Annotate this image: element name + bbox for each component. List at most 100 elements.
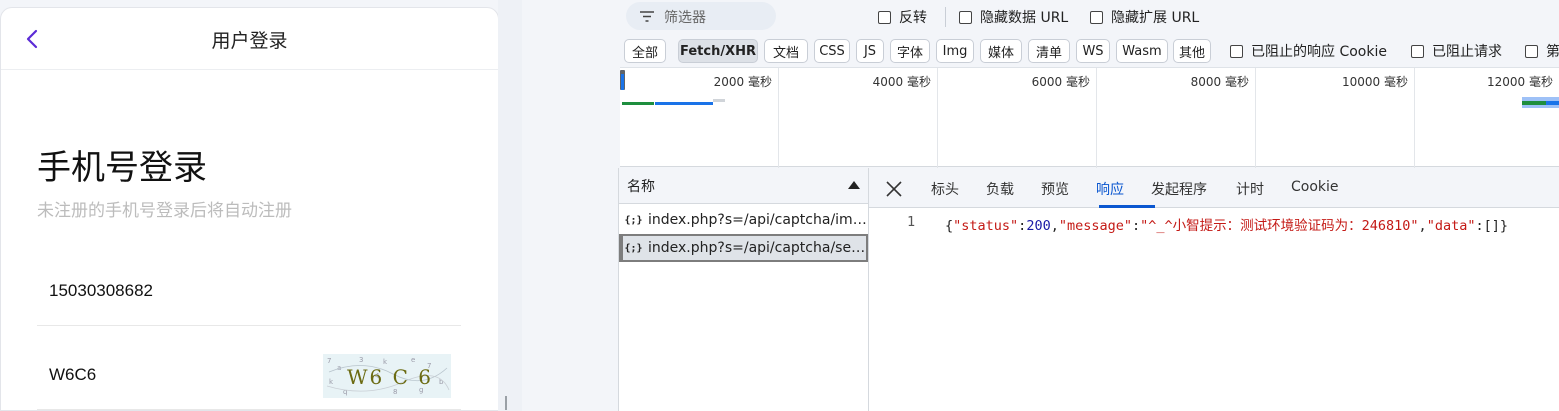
timeline-column: 8000 毫秒 [1097,68,1256,168]
json-brace: { [945,218,954,234]
timeline-request-bar [713,99,725,102]
request-name: index.php?s=/api/captcha/ima... [648,212,868,228]
response-line: 1 {"status":200,"message":"^_^小智提示：测试环境验… [869,214,1559,234]
svg-text:8: 8 [393,388,397,396]
captcha-field: 7a3 ke7 kq8 gb4 W6 C 6 [37,340,461,410]
checkbox-label: 隐藏数据 URL [980,10,1069,26]
name-column-label: 名称 [627,179,655,195]
svg-text:e: e [411,356,415,364]
detail-tabs: 标头 负载 预览 响应 发起程序 计时 Cookie [869,168,1559,208]
json-colon: : [1132,218,1141,234]
json-comma: , [1418,218,1427,234]
login-subtitle: 未注册的手机号登录后将自动注册 [37,201,292,221]
tab-timing[interactable]: 计时 [1236,179,1264,199]
tab-response[interactable]: 响应 [1096,179,1124,199]
checkbox-box[interactable] [1090,10,1103,24]
timeline-request-bar [622,102,654,105]
response-body[interactable]: {"status":200,"message":"^_^小智提示：测试环境验证码… [945,214,1508,234]
svg-text:3: 3 [359,356,363,364]
name-column-header[interactable]: 名称 [619,168,868,204]
type-filter-all[interactable]: 全部 [624,39,666,63]
filter-icon [640,11,654,22]
request-name: index.php?s=/api/captcha/sen... [648,240,866,256]
json-number: 200 [1026,218,1051,234]
xhr-icon: {;} [624,242,643,254]
type-filter-media[interactable]: 媒体 [980,39,1022,63]
phone-input[interactable] [49,281,289,301]
type-filter-font[interactable]: 字体 [890,39,930,63]
blocked-requests-checkbox[interactable]: 已阻止请求 [1411,42,1502,60]
request-detail: 标头 负载 预览 响应 发起程序 计时 Cookie 1 {"status": 2… [869,168,1559,411]
timeline-column: 4000 毫秒 [779,68,938,168]
timeline-tick-label: 10000 毫秒 [1342,75,1408,89]
captcha-text: W6 C 6 [347,365,433,389]
timeline-tick-label: 12000 毫秒 [1487,75,1553,89]
json-array: [] [1483,218,1500,234]
close-icon[interactable] [885,180,903,198]
request-row[interactable]: {;} index.php?s=/api/captcha/ima... [619,206,868,234]
page-header: 用户登录 [1,8,498,70]
checkbox-label: 已阻止请求 [1432,44,1502,60]
toolbar-divider [945,7,946,27]
timeline-tick-label: 2000 毫秒 [713,75,772,89]
type-filter-css[interactable]: CSS [814,39,850,63]
svg-text:7: 7 [327,357,331,365]
login-heading: 手机号登录 [37,148,207,188]
network-timeline[interactable]: 2000 毫秒 4000 毫秒 6000 毫秒 8000 毫秒 10000 毫秒… [620,67,1559,168]
login-page: 用户登录 手机号登录 未注册的手机号登录后将自动注册 7a3 ke7 kq8 g… [0,7,499,411]
timeline-tick-label: 6000 毫秒 [1031,75,1090,89]
page-title: 用户登录 [211,30,288,52]
type-filter-other[interactable]: 其他 [1173,39,1211,63]
json-key: "message" [1058,218,1132,234]
checkbox-box[interactable] [959,10,972,24]
request-list: 名称 {;} index.php?s=/api/captcha/ima... {… [618,168,869,411]
type-filter-manifest[interactable]: 清单 [1028,39,1070,63]
resource-type-filters: 全部 Fetch/XHR 文档 CSS JS 字体 Img 媒体 清单 WS W… [522,36,1559,66]
timeline-tick-label: 4000 毫秒 [872,75,931,89]
checkbox-box[interactable] [1525,44,1538,58]
tab-payload[interactable]: 负载 [986,179,1014,199]
timeline-request-bar [1522,105,1559,108]
svg-text:q: q [343,388,347,396]
json-colon: : [1475,218,1484,234]
devtools-network-panel: 筛选器 反转 隐藏数据 URL 隐藏扩展 URL 全部 Fetch/XHR 文档… [522,0,1559,411]
tab-headers[interactable]: 标头 [931,179,959,199]
line-number: 1 [907,214,916,230]
timeline-column: 2000 毫秒 [620,68,779,168]
hide-extension-url-checkbox[interactable]: 隐藏扩展 URL [1090,8,1199,26]
sort-ascending-icon[interactable] [848,181,860,189]
type-filter-fetch-xhr[interactable]: Fetch/XHR [678,39,758,63]
filter-input[interactable]: 筛选器 [626,2,776,30]
type-filter-img[interactable]: Img [936,39,974,63]
hide-data-url-checkbox[interactable]: 隐藏数据 URL [959,8,1068,26]
invert-checkbox[interactable]: 反转 [878,8,927,26]
tab-cookies[interactable]: Cookie [1291,179,1339,195]
json-comma: , [1050,218,1059,234]
type-filter-wasm[interactable]: Wasm [1116,39,1168,63]
type-filter-ws[interactable]: WS [1076,39,1110,63]
checkbox-box[interactable] [1230,44,1243,58]
type-filter-doc[interactable]: 文档 [764,39,808,63]
tab-initiator[interactable]: 发起程序 [1151,179,1207,199]
checkbox-box[interactable] [1411,44,1424,58]
third-party-checkbox[interactable]: 第 [1525,42,1559,60]
request-row-selected[interactable]: {;} index.php?s=/api/captcha/sen... [619,234,868,262]
tab-preview[interactable]: 预览 [1041,179,1069,199]
blocked-response-cookies-checkbox[interactable]: 已阻止的响应 Cookie [1230,42,1387,60]
active-tab-indicator [1099,205,1155,208]
viewport-margin [498,0,522,411]
checkbox-label: 隐藏扩展 URL [1111,10,1200,26]
captcha-input[interactable] [49,365,289,385]
resize-handle[interactable] [505,395,514,410]
svg-text:b: b [439,378,444,386]
captcha-image[interactable]: 7a3 k e7 kq 8 gb4 W6 C 6 [323,354,451,398]
filter-bar: 筛选器 反转 隐藏数据 URL 隐藏扩展 URL [522,0,1559,34]
timeline-column: 6000 毫秒 [938,68,1097,168]
checkbox-box[interactable] [878,10,891,24]
xhr-icon: {;} [624,214,643,226]
checkbox-label: 第 [1546,44,1559,60]
timeline-column: 12000 毫秒 [1415,68,1559,168]
json-brace: } [1499,218,1509,234]
json-key: "data" [1426,218,1476,234]
type-filter-js[interactable]: JS [856,39,884,63]
